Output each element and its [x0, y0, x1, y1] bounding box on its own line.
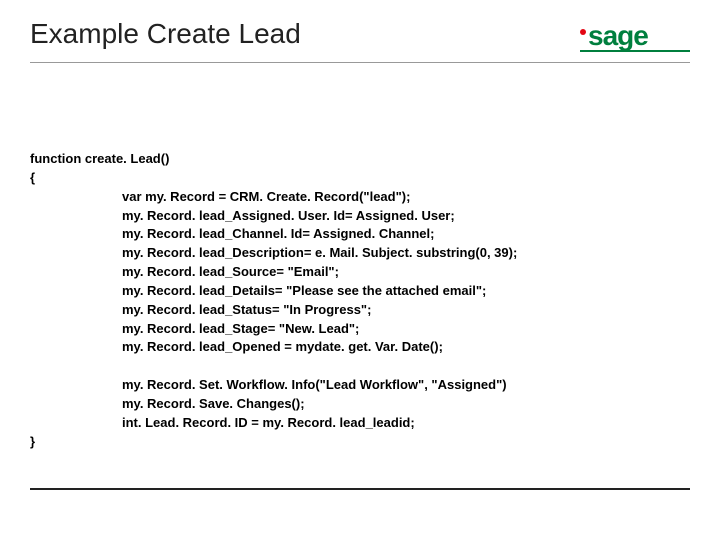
- code-line: my. Record. Save. Changes();: [30, 395, 305, 414]
- code-line: my. Record. Set. Workflow. Info("Lead Wo…: [30, 376, 507, 395]
- code-line: my. Record. lead_Status= "In Progress";: [30, 301, 371, 320]
- sage-logo: sage: [580, 20, 690, 60]
- code-line: my. Record. lead_Opened = mydate. get. V…: [30, 338, 443, 357]
- code-line: my. Record. lead_Assigned. User. Id= Ass…: [30, 207, 455, 226]
- page-title: Example Create Lead: [30, 18, 301, 50]
- bottom-divider: [30, 488, 690, 490]
- code-line: int. Lead. Record. ID = my. Record. lead…: [30, 414, 415, 433]
- code-block: function create. Lead() { var my. Record…: [30, 150, 690, 452]
- logo-dot: [580, 29, 586, 35]
- code-line: my. Record. lead_Details= "Please see th…: [30, 282, 486, 301]
- code-line: my. Record. lead_Description= e. Mail. S…: [30, 244, 517, 263]
- code-line: my. Record. lead_Stage= "New. Lead";: [30, 320, 359, 339]
- code-decl: function create. Lead(): [30, 151, 169, 166]
- logo-text: sage: [580, 20, 648, 51]
- slide: Example Create Lead sage function create…: [0, 0, 720, 540]
- code-close-brace: }: [30, 434, 35, 449]
- code-line: var my. Record = CRM. Create. Record("le…: [30, 188, 410, 207]
- code-line: my. Record. lead_Channel. Id= Assigned. …: [30, 225, 434, 244]
- code-line: my. Record. lead_Source= "Email";: [30, 263, 339, 282]
- title-divider: [30, 62, 690, 63]
- code-open-brace: {: [30, 170, 35, 185]
